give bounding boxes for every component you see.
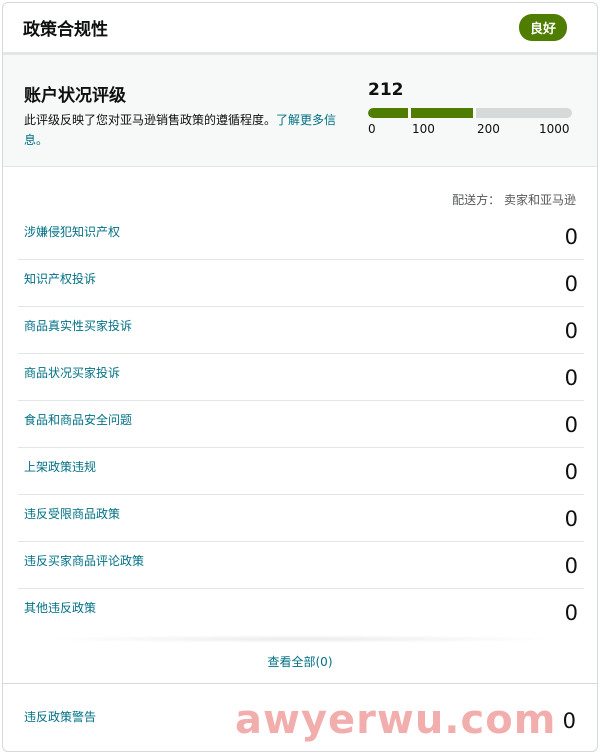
violation-link-authenticity[interactable]: 商品真实性买家投诉 (24, 317, 132, 334)
violation-count: 0 (564, 272, 578, 296)
rating-description: 此评级反映了您对亚马逊销售政策的遵循程度。了解更多信息。 (24, 110, 344, 150)
policy-compliance-card: 政策合规性 良好 账户状况评级 此评级反映了您对亚马逊销售政策的遵循程度。了解更… (2, 2, 598, 752)
list-item: 其他违反政策 0 (18, 589, 584, 636)
list-item: 违反受限商品政策 0 (18, 495, 584, 542)
card-header: 政策合规性 良好 (3, 3, 597, 55)
score-tick: 1000 (539, 122, 570, 136)
policy-warnings-count: 0 (562, 709, 576, 733)
score-value: 212 (368, 80, 404, 100)
fulfillment-label: 配送方： 卖家和亚马逊 (452, 193, 576, 207)
list-divider-shadow (43, 635, 559, 643)
list-item: 涉嫌侵犯知识产权 0 (18, 213, 584, 260)
card-title: 政策合规性 (23, 20, 108, 40)
score-bar-fill (368, 108, 476, 118)
score-tick: 200 (477, 122, 500, 136)
violation-link-ip-complaints[interactable]: 知识产权投诉 (24, 270, 96, 287)
violation-count: 0 (564, 225, 578, 249)
list-item: 违反买家商品评论政策 0 (18, 542, 584, 589)
violation-count: 0 (564, 413, 578, 437)
violation-count: 0 (564, 554, 578, 578)
score-bar (368, 108, 572, 118)
account-health-rating: 账户状况评级 此评级反映了您对亚马逊销售政策的遵循程度。了解更多信息。 212 … (3, 55, 597, 167)
violation-count: 0 (564, 319, 578, 343)
status-badge: 良好 (518, 14, 567, 41)
violation-link-food-safety[interactable]: 食品和商品安全问题 (24, 411, 132, 428)
rating-title: 账户状况评级 (24, 86, 126, 106)
violation-link-review-policy[interactable]: 违反买家商品评论政策 (24, 552, 144, 569)
violation-link-listing-policy[interactable]: 上架政策违规 (24, 458, 96, 475)
violation-count: 0 (564, 507, 578, 531)
list-item: 商品真实性买家投诉 0 (18, 307, 584, 354)
violation-count: 0 (564, 460, 578, 484)
violation-link-restricted-products[interactable]: 违反受限商品政策 (24, 505, 120, 522)
score-tick: 100 (412, 122, 435, 136)
list-item: 食品和商品安全问题 0 (18, 401, 584, 448)
list-item: 知识产权投诉 0 (18, 260, 584, 307)
list-item: 上架政策违规 0 (18, 448, 584, 495)
watermark: awyerwu.com (235, 697, 557, 743)
violation-count: 0 (564, 601, 578, 625)
violation-count: 0 (564, 366, 578, 390)
policy-warnings-link[interactable]: 违反政策警告 (24, 708, 96, 725)
violation-link-other[interactable]: 其他违反政策 (24, 599, 96, 616)
list-item: 商品状况买家投诉 0 (18, 354, 584, 401)
score-tick: 0 (368, 122, 376, 136)
rating-description-text: 此评级反映了您对亚马逊销售政策的遵循程度。 (24, 113, 277, 127)
view-all-link[interactable]: 查看全部(0) (3, 653, 597, 670)
violation-link-condition[interactable]: 商品状况买家投诉 (24, 364, 120, 381)
violation-link-ip-infringement[interactable]: 涉嫌侵犯知识产权 (24, 223, 120, 240)
violation-list: 涉嫌侵犯知识产权 0 知识产权投诉 0 商品真实性买家投诉 0 商品状况买家投诉… (18, 213, 584, 636)
score-bar-divider (473, 108, 476, 118)
score-bar-divider (408, 108, 411, 118)
